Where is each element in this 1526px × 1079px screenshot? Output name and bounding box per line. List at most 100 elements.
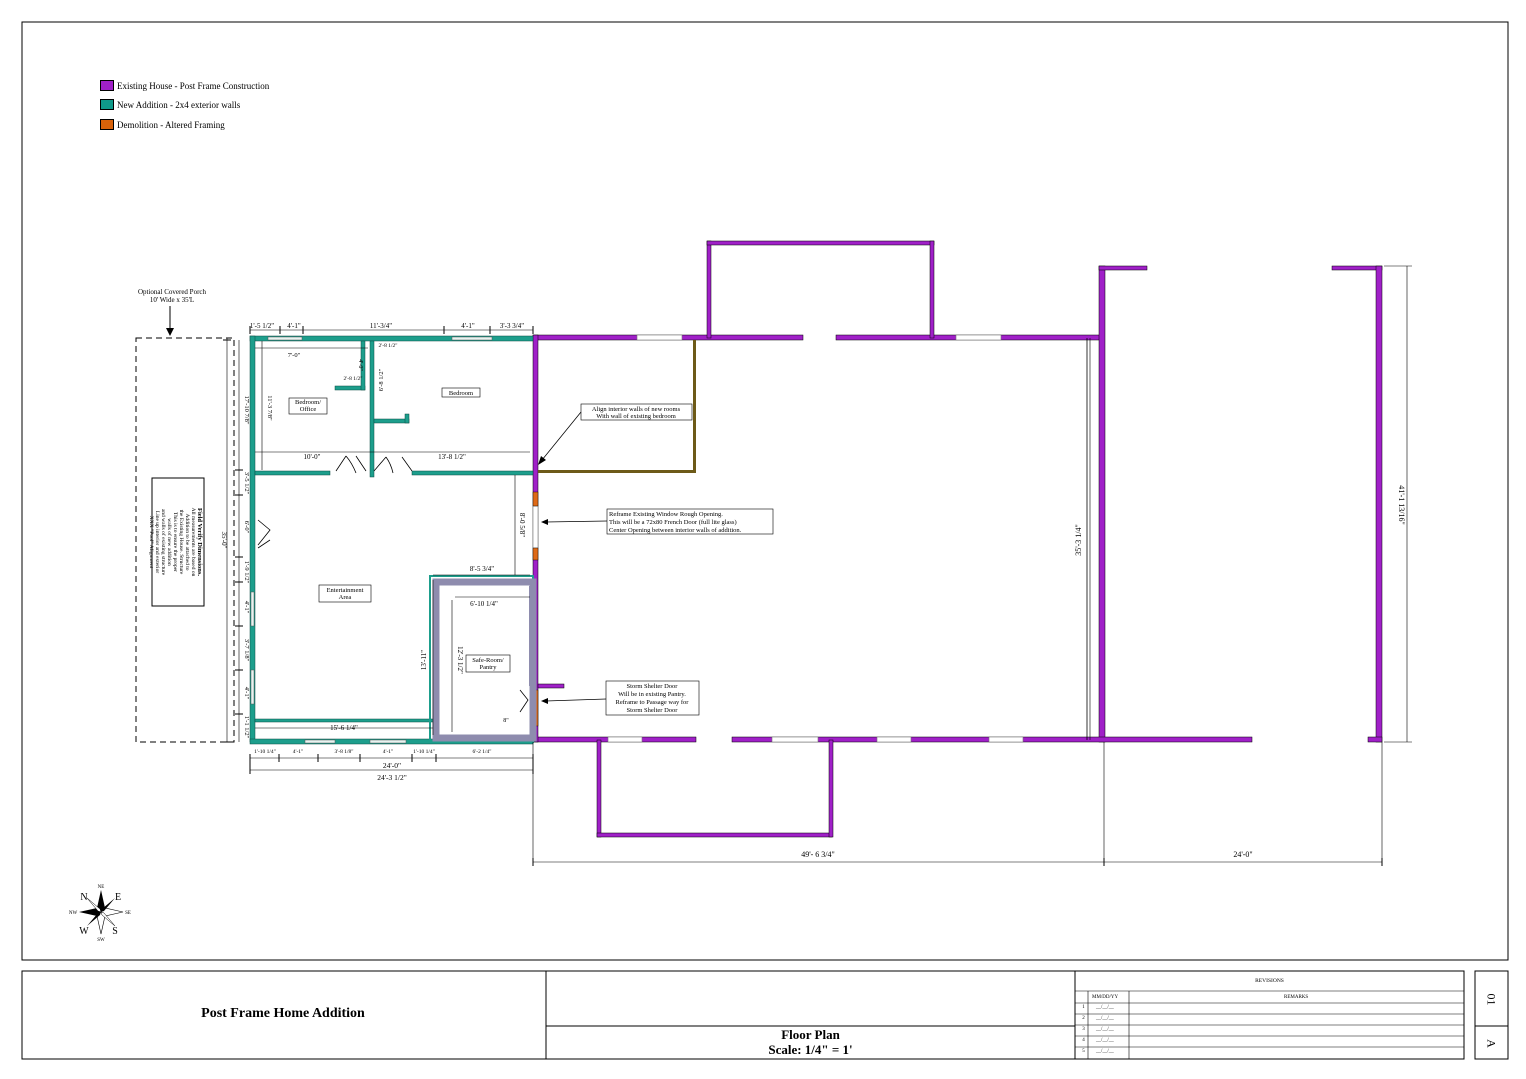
revision-row: 4 __/__/__ (1077, 1038, 1114, 1043)
dim-left-3: 6'-0" (243, 521, 250, 534)
room-safe-room-2: Pantry (480, 664, 498, 671)
dim-inner-13: 15'-6 1/4" (330, 724, 358, 732)
field-note-line-1: Field Verify Dimensions. (196, 508, 203, 576)
existing-house-walls (532, 240, 1383, 838)
callout-align: Align interior walls of new rooms With w… (538, 403, 693, 465)
dim-left-5: 4'-1" (243, 601, 250, 614)
dim-inner-2: 4'-0" (357, 359, 363, 371)
dimension-texts: 1'-5 1/2" 4'-1" 11'-3/4" 4'-1" 3'-3 3/4"… (220, 322, 1406, 859)
compass-ne: NE (98, 885, 105, 890)
compass-sw: SW (97, 938, 105, 943)
revision-row: 5 __/__/__ (1077, 1049, 1114, 1054)
legend-item-demolition: Demolition - Altered Framing (100, 119, 225, 130)
dim-bottom-5: 1'-10 1/4" (413, 749, 435, 755)
compass-e: E (115, 892, 121, 903)
project-title: Post Frame Home Addition (201, 1006, 365, 1021)
legend-swatch-demolition (100, 119, 114, 130)
room-bedroom: Bedroom (449, 390, 473, 397)
room-safe-room-1: Safe-Room/ (472, 657, 504, 664)
callout-storm-4: Storm Shelter Door (627, 707, 679, 714)
revision-date: __/__/__ (1096, 1016, 1114, 1021)
revisions-date-col: MM/DD/YY (1092, 995, 1119, 1000)
dim-overall-3: 49'- 6 3/4" (801, 850, 835, 859)
dim-left-1: 17'-10 7/8" (243, 396, 250, 425)
revision-date: __/__/__ (1096, 1038, 1114, 1043)
dim-inner-4: 2'-8 1/2" (379, 343, 398, 349)
compass-nw: NW (69, 911, 78, 916)
field-note-line-6: walls of new addition (166, 518, 173, 566)
dim-inner-11: 12'-3 1/2" (456, 646, 464, 674)
dim-left-9: 35'-0" (220, 532, 228, 549)
legend-label-demolition: Demolition - Altered Framing (117, 119, 225, 130)
dim-overall-4: 24'-0" (1233, 850, 1252, 859)
sheet-letter: A (1484, 1039, 1499, 1048)
floor-plan-drawing: Optional Covered Porch 10' Wide x 35'L F… (21, 21, 1509, 1060)
dim-inner-15: 8" (503, 718, 509, 724)
legend-swatch-addition (100, 99, 114, 110)
dim-top-5: 3'-3 3/4" (500, 322, 524, 330)
callout-reframe-2: This will be a 72x80 French Door (full l… (609, 519, 737, 526)
dim-bottom-3: 3'-8 1/8" (335, 749, 354, 755)
legend-swatch-existing (100, 80, 114, 91)
field-note-line-9: XXX "Pool" Alignment (148, 516, 154, 569)
porch-label-2: 10' Wide x 35'L (150, 296, 194, 304)
revision-num: 5 (1082, 1049, 1085, 1054)
revision-date: __/__/__ (1096, 1027, 1114, 1032)
dim-bottom-1: 1'-10 1/4" (254, 749, 276, 755)
legend-label-addition: New Addition - 2x4 exterior walls (117, 99, 241, 110)
dim-inner-10: 6'-10 1/4" (470, 600, 498, 608)
dim-top-3: 11'-3/4" (370, 322, 392, 330)
dim-left-7: 4'-1" (243, 687, 250, 700)
dim-inner-3: 2'-8 1/2" (344, 376, 363, 382)
dim-bottom-6: 6'-2 1/4" (473, 749, 492, 755)
sheet-title-block: Floor Plan Scale: 1/4" = 1' (547, 1027, 1074, 1057)
revision-num: 3 (1082, 1027, 1085, 1032)
revisions-remarks-col: REMARKS (1284, 995, 1309, 1000)
compass-se: SE (125, 911, 131, 916)
callout-align-2: With wall of existing bedroom (596, 413, 676, 420)
dim-bottom-7: 24'-0" (383, 761, 401, 770)
legend-item-existing: Existing House - Post Frame Construction (100, 80, 269, 91)
dim-top-1: 1'-5 1/2" (250, 322, 274, 330)
callout-reframe-3: Center Opening between interior walls of… (609, 527, 742, 534)
dim-overall-2: 41'-1 13/16" (1397, 485, 1406, 525)
callout-reframe-1: Reframe Existing Window Rough Opening. (609, 511, 723, 518)
revision-row: 3 __/__/__ (1077, 1027, 1114, 1032)
room-bedroom-office-1: Bedroom/ (295, 399, 321, 406)
callout-storm-1: Storm Shelter Door (627, 683, 679, 690)
dim-inner-8: 13'-8 1/2" (438, 453, 466, 461)
dim-left-8: 1'-1 1/2" (243, 716, 250, 739)
revisions-header: REVISIONS (1255, 978, 1284, 984)
revision-num: 2 (1082, 1016, 1085, 1021)
sheet-scale: Scale: 1/4" = 1' (768, 1042, 853, 1057)
field-verify-note: Field Verify Dimensions. All measurement… (148, 477, 205, 607)
revision-row: 1 __/__/__ (1077, 1005, 1114, 1010)
dim-bottom-4: 4'-1" (383, 749, 394, 755)
field-note-line-7: and walls of existing structure (160, 509, 167, 576)
dim-inner-6: 11'-3 7/8" (266, 395, 273, 421)
revision-num: 1 (1082, 1005, 1085, 1010)
dim-top-2: 4'-1" (287, 322, 301, 330)
dim-left-6: 3'-7 1/8" (243, 639, 250, 662)
callout-storm-3: Reframe to Passage way for (616, 699, 690, 706)
room-entertainment-1: Entertainment (327, 587, 364, 594)
sheet-number: 01 (1484, 993, 1499, 1006)
dim-inner-9: 8'-5 3/4" (470, 565, 494, 573)
dim-bottom-2: 4'-1" (293, 749, 304, 755)
revision-date: __/__/__ (1096, 1049, 1114, 1054)
callout-reframe: Reframe Existing Window Rough Opening. T… (541, 508, 774, 535)
legend-item-addition: New Addition - 2x4 exterior walls (100, 99, 240, 110)
dim-inner-7: 10'-0" (304, 453, 321, 461)
dim-inner-1: 7'-0" (288, 352, 301, 359)
callout-storm: Storm Shelter Door Will be in existing P… (541, 680, 700, 716)
callout-align-1: Align interior walls of new rooms (592, 406, 681, 413)
dim-inner-12: 13'-11" (420, 650, 428, 670)
callout-storm-2: Will be in existing Pantry. (618, 691, 686, 698)
dim-overall-1: 35'-3 1/4" (1074, 524, 1083, 556)
room-bedroom-office-2: Office (300, 406, 317, 413)
revision-row: 2 __/__/__ (1077, 1016, 1114, 1021)
dim-left-4: 1'-9 1/2" (243, 561, 250, 584)
legend-label-existing: Existing House - Post Frame Construction (117, 80, 270, 91)
sheet-title: Floor Plan (781, 1027, 840, 1042)
compass-n: N (80, 892, 87, 903)
